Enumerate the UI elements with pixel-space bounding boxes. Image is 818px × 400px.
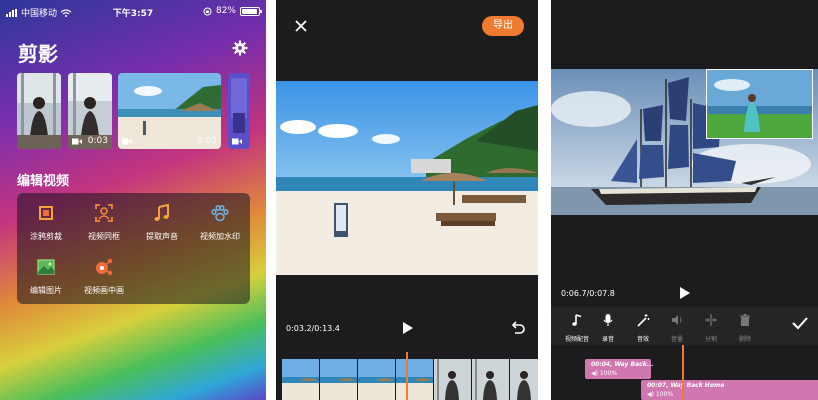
trash-icon xyxy=(740,314,750,326)
paw-icon xyxy=(211,204,229,222)
crop-icon xyxy=(39,206,53,220)
microphone-icon xyxy=(603,314,613,326)
home-screen: 中国移动 下午3:57 82% 剪影 0:03 0:03 编辑视频 涂鸦剪裁 视… xyxy=(0,0,266,400)
edit-tools-panel: 涂鸦剪裁 视频同框 提取声音 视频加水印 编辑图片 视频画中画 xyxy=(17,193,250,304)
split-icon xyxy=(705,314,717,326)
tool-label: 音效 xyxy=(636,336,649,343)
filmstrip-frame xyxy=(434,359,471,400)
video-thumbnail[interactable] xyxy=(17,73,61,149)
filmstrip-frame xyxy=(320,359,357,400)
tool-duet[interactable]: 视频同框 xyxy=(75,195,133,245)
tool-record[interactable]: 录音 xyxy=(592,313,624,343)
video-camera-icon xyxy=(232,138,242,145)
audio-editor-screen: 0:06.7/0:07.8 视频配音 录音 音效 音量 分割 删除 00:04,… xyxy=(551,0,818,400)
battery-icon xyxy=(240,6,262,16)
pip-image xyxy=(707,70,812,138)
tool-edit-image[interactable]: 编辑图片 xyxy=(17,249,75,299)
track-volume: ◀) 100% xyxy=(647,391,674,398)
app-title: 剪影 xyxy=(18,42,58,66)
tool-picture-in-picture[interactable]: 视频画中画 xyxy=(75,249,133,299)
orientation-lock-icon xyxy=(203,7,212,15)
status-bar: 中国移动 下午3:57 82% xyxy=(0,0,266,22)
tool-label: 涂鸦剪裁 xyxy=(30,232,62,241)
magic-wand-icon xyxy=(637,314,650,327)
video-duration: 0:03 xyxy=(87,136,108,146)
music-note-icon xyxy=(154,203,169,221)
tool-label: 视频加水印 xyxy=(200,232,240,241)
tool-watermark[interactable]: 视频加水印 xyxy=(191,195,249,245)
tool-label: 音量 xyxy=(670,336,683,343)
audio-toolbar: 视频配音 录音 音效 音量 分割 删除 xyxy=(551,307,818,345)
recent-videos: 0:03 0:03 xyxy=(17,73,266,149)
tool-split[interactable]: 分割 xyxy=(695,313,727,343)
gear-icon[interactable] xyxy=(232,40,248,56)
tool-extract-audio[interactable]: 提取声音 xyxy=(133,195,191,245)
video-duration: 0:03 xyxy=(196,136,217,146)
tool-crop[interactable]: 涂鸦剪裁 xyxy=(17,195,75,245)
video-thumbnail[interactable]: 0:03 xyxy=(68,73,112,149)
filmstrip-frame xyxy=(282,359,319,400)
tool-sound-effect[interactable]: 音效 xyxy=(627,313,659,343)
timeline-playhead[interactable] xyxy=(406,352,408,400)
undo-icon[interactable] xyxy=(510,320,526,336)
picture-in-picture-overlay[interactable] xyxy=(706,69,813,139)
tool-label: 分割 xyxy=(704,336,717,343)
filmstrip-frame xyxy=(472,359,509,400)
battery-percent: 82% xyxy=(215,6,236,16)
tool-label: 录音 xyxy=(601,336,614,343)
tool-volume[interactable]: 音量 xyxy=(661,313,693,343)
video-preview xyxy=(551,69,818,215)
tool-label: 视频同框 xyxy=(88,232,120,241)
play-icon[interactable] xyxy=(402,321,414,335)
track-title: 00:04, Way Back... xyxy=(591,361,654,368)
tool-voiceover[interactable]: 视频配音 xyxy=(561,313,593,343)
video-thumbnail[interactable]: 0:03 xyxy=(118,73,221,149)
tool-label: 视频配音 xyxy=(564,336,589,343)
filmstrip-frame xyxy=(396,359,433,400)
timeline-filmstrip[interactable] xyxy=(282,359,538,400)
video-camera-icon xyxy=(122,138,132,145)
video-preview xyxy=(276,81,538,275)
export-button[interactable]: 导出 xyxy=(482,16,524,36)
tool-label: 提取声音 xyxy=(146,232,178,241)
share-nodes-icon xyxy=(96,258,113,276)
speaker-icon xyxy=(672,315,682,325)
tool-label: 视频画中画 xyxy=(84,286,124,295)
filmstrip-frame xyxy=(510,359,538,400)
preview-screen: 导出 0:03.2/0:13.4 xyxy=(276,0,538,400)
tool-delete[interactable]: 删除 xyxy=(729,313,761,343)
thumbnail-image xyxy=(17,73,61,149)
play-icon[interactable] xyxy=(679,286,691,300)
section-title: 编辑视频 xyxy=(17,174,70,189)
audio-track-clip[interactable]: 00:07, Way Back Home ◀) 100% xyxy=(641,380,818,400)
playback-time: 0:03.2/0:13.4 xyxy=(286,324,340,333)
portrait-frame-icon xyxy=(95,204,113,222)
confirm-check-icon[interactable] xyxy=(792,316,808,330)
beach-scene-image xyxy=(276,81,538,275)
tool-label: 删除 xyxy=(738,336,751,343)
timeline-playhead[interactable] xyxy=(682,345,684,400)
audio-track-clip[interactable]: 00:04, Way Back... ◀) 100% xyxy=(585,359,654,379)
track-title: 00:07, Way Back Home xyxy=(647,382,725,389)
close-icon[interactable] xyxy=(294,19,308,33)
track-volume: ◀) 100% xyxy=(591,370,618,377)
tool-label: 编辑图片 xyxy=(30,286,62,295)
image-icon xyxy=(37,259,55,275)
playback-time: 0:06.7/0:07.8 xyxy=(561,289,615,298)
filmstrip-frame xyxy=(358,359,395,400)
video-camera-icon xyxy=(72,138,82,145)
music-note-icon xyxy=(572,314,582,326)
video-thumbnail[interactable] xyxy=(228,73,250,149)
